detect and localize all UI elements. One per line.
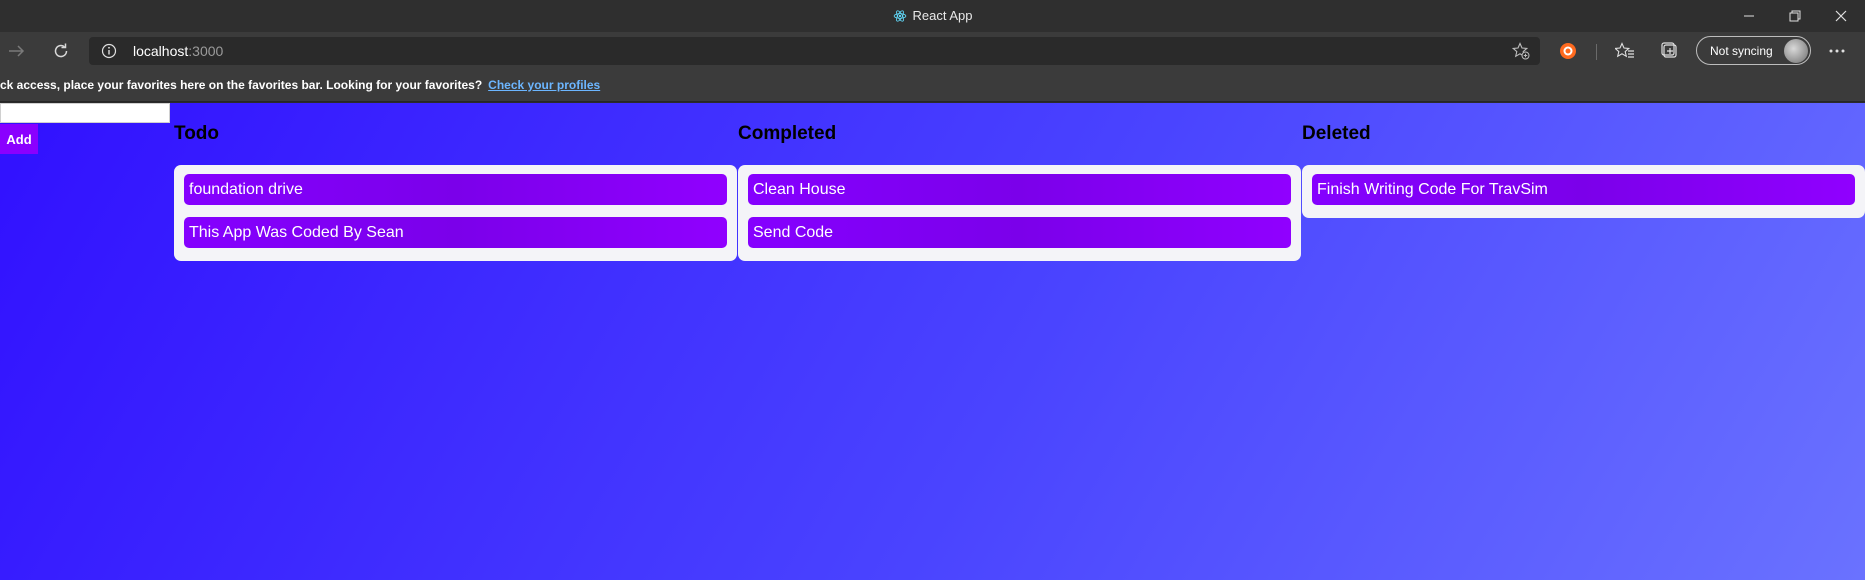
address-bar[interactable]: localhost:3000 (89, 37, 1540, 65)
avatar (1784, 39, 1808, 63)
favorites-icon[interactable] (1614, 40, 1636, 62)
todo-list: foundation drive This App Was Coded By S… (174, 165, 737, 261)
toolbar-divider (1596, 44, 1597, 60)
list-item[interactable]: Send Code (748, 217, 1291, 248)
column-title: Completed (738, 123, 837, 144)
sync-label: Not syncing (1710, 43, 1773, 58)
column-title: Todo (174, 123, 220, 144)
list-item[interactable]: Clean House (748, 174, 1291, 205)
url-text: localhost:3000 (133, 43, 223, 59)
browser-toolbar: localhost:3000 Not syncing (0, 32, 1865, 70)
column-title: Deleted (1302, 123, 1371, 144)
refresh-icon[interactable] (47, 38, 75, 64)
deleted-list: Finish Writing Code For TravSim (1302, 165, 1865, 218)
profile-sync-button[interactable]: Not syncing (1696, 36, 1811, 65)
add-favorite-icon[interactable] (1511, 42, 1530, 65)
app-content: Add Todo foundation drive This App Was C… (0, 103, 1865, 580)
url-port: :3000 (188, 43, 224, 59)
extension-icon[interactable] (1557, 40, 1579, 62)
window-title: React App (0, 8, 1865, 26)
url-host: localhost (133, 43, 189, 59)
check-profiles-link[interactable]: Check your profiles (488, 78, 600, 92)
add-button[interactable]: Add (0, 124, 38, 154)
list-item[interactable]: foundation drive (184, 174, 727, 205)
list-item[interactable]: Finish Writing Code For TravSim (1312, 174, 1855, 205)
favorites-bar-message: ck access, place your favorites here on … (0, 78, 600, 92)
info-icon[interactable] (101, 43, 117, 64)
forward-arrow-icon[interactable] (3, 38, 31, 64)
favorites-message-text: ck access, place your favorites here on … (0, 78, 483, 92)
more-icon[interactable] (1826, 40, 1848, 62)
completed-list: Clean House Send Code (738, 165, 1301, 261)
favorites-bar: ck access, place your favorites here on … (0, 70, 1865, 102)
collections-icon[interactable] (1659, 40, 1681, 62)
window-title-text: React App (912, 8, 973, 23)
react-icon (893, 9, 907, 26)
window-titlebar: React App (0, 0, 1865, 32)
minimize-icon[interactable] (1726, 0, 1772, 32)
close-icon[interactable] (1818, 0, 1864, 32)
restore-icon[interactable] (1772, 0, 1818, 32)
list-item[interactable]: This App Was Coded By Sean (184, 217, 727, 248)
new-task-input[interactable] (0, 103, 170, 123)
